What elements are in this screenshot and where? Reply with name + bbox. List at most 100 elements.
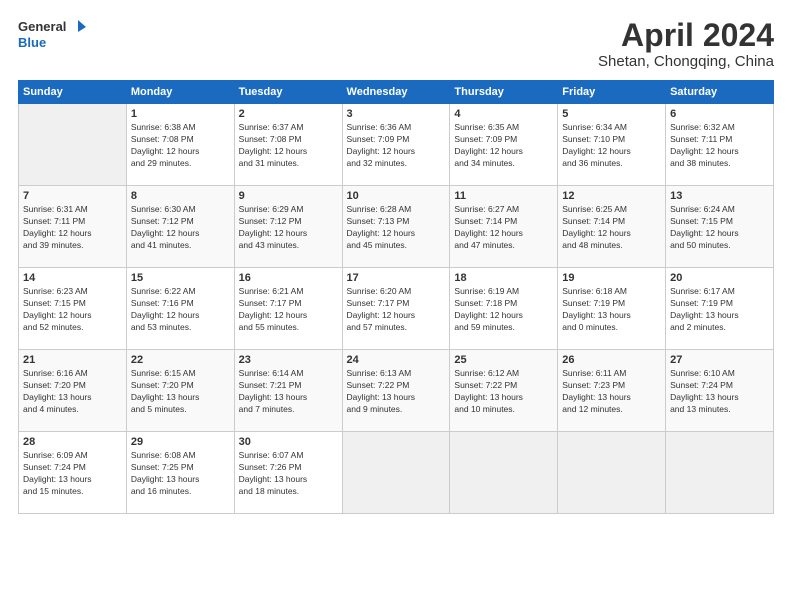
- table-row: 13 Sunrise: 6:24 AMSunset: 7:15 PMDaylig…: [666, 186, 774, 268]
- title-section: April 2024 Shetan, Chongqing, China: [598, 18, 774, 70]
- day-number: 24: [347, 354, 446, 366]
- table-row: [342, 432, 450, 514]
- month-title: April 2024: [598, 18, 774, 53]
- table-row: 15 Sunrise: 6:22 AMSunset: 7:16 PMDaylig…: [126, 268, 234, 350]
- table-row: 24 Sunrise: 6:13 AMSunset: 7:22 PMDaylig…: [342, 350, 450, 432]
- calendar-header: Sunday Monday Tuesday Wednesday Thursday…: [19, 81, 774, 104]
- table-row: 4 Sunrise: 6:35 AMSunset: 7:09 PMDayligh…: [450, 104, 558, 186]
- table-row: 26 Sunrise: 6:11 AMSunset: 7:23 PMDaylig…: [558, 350, 666, 432]
- day-info: Sunrise: 6:21 AMSunset: 7:17 PMDaylight:…: [239, 286, 338, 334]
- day-info: Sunrise: 6:31 AMSunset: 7:11 PMDaylight:…: [23, 204, 122, 252]
- table-row: 22 Sunrise: 6:15 AMSunset: 7:20 PMDaylig…: [126, 350, 234, 432]
- day-number: 25: [454, 354, 553, 366]
- table-row: 20 Sunrise: 6:17 AMSunset: 7:19 PMDaylig…: [666, 268, 774, 350]
- day-number: 21: [23, 354, 122, 366]
- day-number: 13: [670, 190, 769, 202]
- day-info: Sunrise: 6:25 AMSunset: 7:14 PMDaylight:…: [562, 204, 661, 252]
- day-number: 30: [239, 436, 338, 448]
- day-info: Sunrise: 6:29 AMSunset: 7:12 PMDaylight:…: [239, 204, 338, 252]
- table-row: 1 Sunrise: 6:38 AMSunset: 7:08 PMDayligh…: [126, 104, 234, 186]
- day-number: 28: [23, 436, 122, 448]
- table-row: [558, 432, 666, 514]
- day-number: 12: [562, 190, 661, 202]
- col-sunday: Sunday: [19, 81, 127, 104]
- table-row: 25 Sunrise: 6:12 AMSunset: 7:22 PMDaylig…: [450, 350, 558, 432]
- table-row: 8 Sunrise: 6:30 AMSunset: 7:12 PMDayligh…: [126, 186, 234, 268]
- table-row: 16 Sunrise: 6:21 AMSunset: 7:17 PMDaylig…: [234, 268, 342, 350]
- table-row: 6 Sunrise: 6:32 AMSunset: 7:11 PMDayligh…: [666, 104, 774, 186]
- day-info: Sunrise: 6:30 AMSunset: 7:12 PMDaylight:…: [131, 204, 230, 252]
- day-number: 29: [131, 436, 230, 448]
- day-info: Sunrise: 6:14 AMSunset: 7:21 PMDaylight:…: [239, 368, 338, 416]
- table-row: [450, 432, 558, 514]
- day-info: Sunrise: 6:34 AMSunset: 7:10 PMDaylight:…: [562, 122, 661, 170]
- day-number: 9: [239, 190, 338, 202]
- day-info: Sunrise: 6:10 AMSunset: 7:24 PMDaylight:…: [670, 368, 769, 416]
- day-info: Sunrise: 6:15 AMSunset: 7:20 PMDaylight:…: [131, 368, 230, 416]
- day-number: 11: [454, 190, 553, 202]
- day-number: 18: [454, 272, 553, 284]
- table-row: 12 Sunrise: 6:25 AMSunset: 7:14 PMDaylig…: [558, 186, 666, 268]
- day-info: Sunrise: 6:27 AMSunset: 7:14 PMDaylight:…: [454, 204, 553, 252]
- table-row: 28 Sunrise: 6:09 AMSunset: 7:24 PMDaylig…: [19, 432, 127, 514]
- day-info: Sunrise: 6:09 AMSunset: 7:24 PMDaylight:…: [23, 450, 122, 498]
- day-number: 23: [239, 354, 338, 366]
- day-info: Sunrise: 6:07 AMSunset: 7:26 PMDaylight:…: [239, 450, 338, 498]
- col-tuesday: Tuesday: [234, 81, 342, 104]
- table-row: 5 Sunrise: 6:34 AMSunset: 7:10 PMDayligh…: [558, 104, 666, 186]
- day-number: 14: [23, 272, 122, 284]
- day-info: Sunrise: 6:18 AMSunset: 7:19 PMDaylight:…: [562, 286, 661, 334]
- day-info: Sunrise: 6:12 AMSunset: 7:22 PMDaylight:…: [454, 368, 553, 416]
- day-info: Sunrise: 6:28 AMSunset: 7:13 PMDaylight:…: [347, 204, 446, 252]
- day-info: Sunrise: 6:36 AMSunset: 7:09 PMDaylight:…: [347, 122, 446, 170]
- day-number: 6: [670, 108, 769, 120]
- day-number: 4: [454, 108, 553, 120]
- day-info: Sunrise: 6:24 AMSunset: 7:15 PMDaylight:…: [670, 204, 769, 252]
- day-number: 8: [131, 190, 230, 202]
- table-row: 29 Sunrise: 6:08 AMSunset: 7:25 PMDaylig…: [126, 432, 234, 514]
- table-row: 11 Sunrise: 6:27 AMSunset: 7:14 PMDaylig…: [450, 186, 558, 268]
- day-info: Sunrise: 6:16 AMSunset: 7:20 PMDaylight:…: [23, 368, 122, 416]
- day-info: Sunrise: 6:17 AMSunset: 7:19 PMDaylight:…: [670, 286, 769, 334]
- col-wednesday: Wednesday: [342, 81, 450, 104]
- calendar-body: 1 Sunrise: 6:38 AMSunset: 7:08 PMDayligh…: [19, 104, 774, 514]
- day-info: Sunrise: 6:08 AMSunset: 7:25 PMDaylight:…: [131, 450, 230, 498]
- location: Shetan, Chongqing, China: [598, 53, 774, 70]
- table-row: 23 Sunrise: 6:14 AMSunset: 7:21 PMDaylig…: [234, 350, 342, 432]
- col-thursday: Thursday: [450, 81, 558, 104]
- table-row: [666, 432, 774, 514]
- day-number: 5: [562, 108, 661, 120]
- table-row: 9 Sunrise: 6:29 AMSunset: 7:12 PMDayligh…: [234, 186, 342, 268]
- table-row: [19, 104, 127, 186]
- day-info: Sunrise: 6:37 AMSunset: 7:08 PMDaylight:…: [239, 122, 338, 170]
- day-number: 2: [239, 108, 338, 120]
- table-row: 2 Sunrise: 6:37 AMSunset: 7:08 PMDayligh…: [234, 104, 342, 186]
- day-number: 7: [23, 190, 122, 202]
- calendar: Sunday Monday Tuesday Wednesday Thursday…: [18, 80, 774, 514]
- table-row: 21 Sunrise: 6:16 AMSunset: 7:20 PMDaylig…: [19, 350, 127, 432]
- table-row: 7 Sunrise: 6:31 AMSunset: 7:11 PMDayligh…: [19, 186, 127, 268]
- day-info: Sunrise: 6:22 AMSunset: 7:16 PMDaylight:…: [131, 286, 230, 334]
- day-info: Sunrise: 6:11 AMSunset: 7:23 PMDaylight:…: [562, 368, 661, 416]
- day-info: Sunrise: 6:35 AMSunset: 7:09 PMDaylight:…: [454, 122, 553, 170]
- day-info: Sunrise: 6:13 AMSunset: 7:22 PMDaylight:…: [347, 368, 446, 416]
- col-friday: Friday: [558, 81, 666, 104]
- table-row: 14 Sunrise: 6:23 AMSunset: 7:15 PMDaylig…: [19, 268, 127, 350]
- col-monday: Monday: [126, 81, 234, 104]
- day-number: 26: [562, 354, 661, 366]
- page-header: General Blue April 2024 Shetan, Chongqin…: [18, 18, 774, 70]
- day-number: 20: [670, 272, 769, 284]
- day-info: Sunrise: 6:32 AMSunset: 7:11 PMDaylight:…: [670, 122, 769, 170]
- day-number: 22: [131, 354, 230, 366]
- day-info: Sunrise: 6:38 AMSunset: 7:08 PMDaylight:…: [131, 122, 230, 170]
- table-row: 3 Sunrise: 6:36 AMSunset: 7:09 PMDayligh…: [342, 104, 450, 186]
- day-number: 10: [347, 190, 446, 202]
- table-row: 27 Sunrise: 6:10 AMSunset: 7:24 PMDaylig…: [666, 350, 774, 432]
- day-info: Sunrise: 6:23 AMSunset: 7:15 PMDaylight:…: [23, 286, 122, 334]
- day-number: 1: [131, 108, 230, 120]
- day-number: 17: [347, 272, 446, 284]
- day-number: 19: [562, 272, 661, 284]
- day-number: 27: [670, 354, 769, 366]
- day-number: 3: [347, 108, 446, 120]
- logo: General Blue: [18, 18, 86, 50]
